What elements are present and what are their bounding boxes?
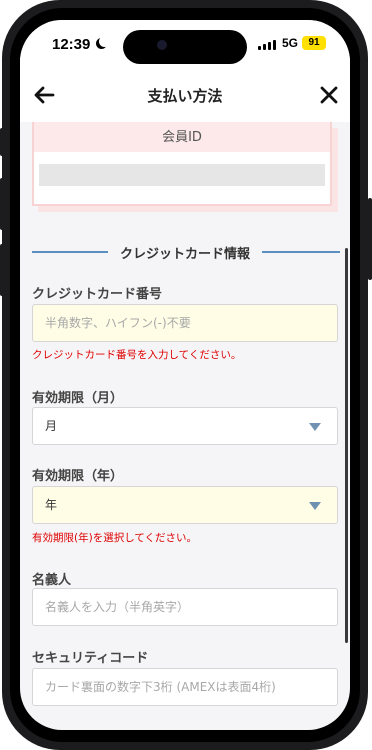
page-title: 支払い方法 <box>147 87 223 105</box>
expiry-year-value: 年 <box>45 498 58 512</box>
page-header: 支払い方法 <box>20 70 350 122</box>
member-card-header: 会員ID <box>34 122 330 152</box>
battery-icon: 91 <box>302 36 326 50</box>
camera-icon <box>157 40 167 50</box>
chevron-down-icon <box>309 423 321 431</box>
cardholder-label: 名義人 <box>32 573 72 588</box>
member-id-label: 会員ID <box>162 130 202 145</box>
member-id-card: 会員ID <box>32 122 332 206</box>
close-icon[interactable] <box>318 84 340 106</box>
chevron-down-icon <box>309 502 321 510</box>
network-type: 5G <box>282 36 299 50</box>
card-number-error: クレジットカード番号を入力してください。 <box>32 349 242 361</box>
scrollbar[interactable] <box>345 248 348 643</box>
card-number-input[interactable]: 半角数字、ハイフン(-)不要 <box>32 304 338 342</box>
security-code-label: セキュリティコード <box>32 651 149 666</box>
expiry-year-select[interactable]: 年 <box>32 486 338 524</box>
status-time: 12:39 <box>52 36 91 53</box>
expiry-year-label: 有効期限（年） <box>32 469 124 484</box>
power-button <box>368 198 372 280</box>
expiry-month-label: 有効期限（月） <box>32 391 124 406</box>
focus-moon-icon <box>99 36 110 47</box>
cardholder-input[interactable]: 名義人を入力（半角英字） <box>32 588 338 626</box>
member-id-value <box>39 164 325 186</box>
status-bar: 12:39 5G 91 <box>20 20 350 70</box>
expiry-month-value: 月 <box>45 419 58 433</box>
security-code-input[interactable]: カード裏面の数字下3桁 (AMEXは表面4桁) <box>32 668 338 706</box>
cellular-signal-icon <box>258 40 276 50</box>
card-number-label: クレジットカード番号 <box>32 287 163 302</box>
expiry-month-select[interactable]: 月 <box>32 407 338 445</box>
expiry-year-error: 有効期限(年)を選択してください。 <box>32 532 198 544</box>
screen: 12:39 5G 91 支払い方法 会員ID クレジットカード情報 クレジットカ… <box>20 20 350 730</box>
section-divider-right <box>262 251 340 253</box>
dynamic-island <box>123 30 247 64</box>
